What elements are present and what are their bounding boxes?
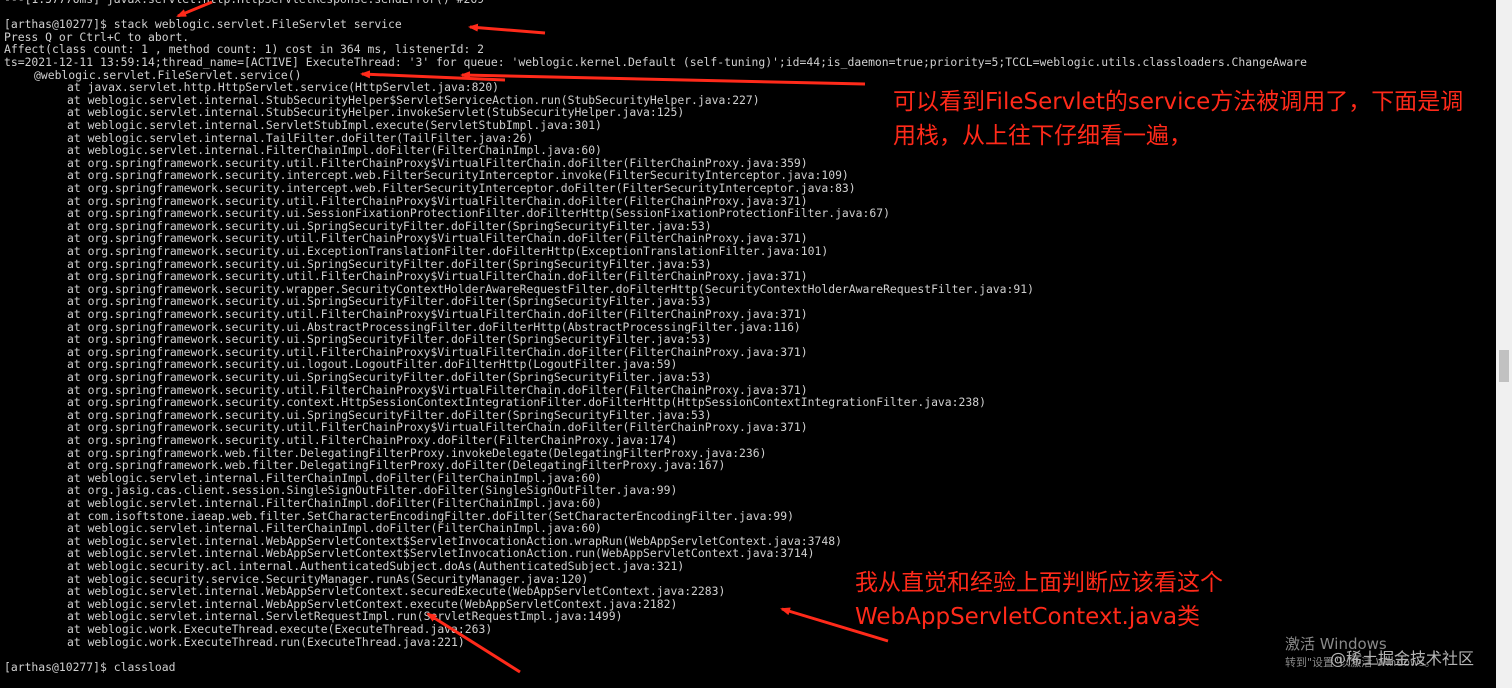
- terminal-line: at org.springframework.security.ui.Sessi…: [67, 206, 890, 221]
- terminal-line: at weblogic.security.acl.internal.Authen…: [67, 559, 685, 573]
- terminal-line: at org.springframework.security.ui.Sprin…: [67, 332, 712, 347]
- terminal-line: [arthas@10277]$ classload: [4, 659, 176, 674]
- scrollbar-thumb[interactable]: [1499, 350, 1509, 382]
- terminal-line: at weblogic.servlet.internal.ServletStub…: [67, 118, 602, 132]
- terminal-line: at org.springframework.security.ui.Excep…: [67, 244, 829, 258]
- terminal-line: at javax.servlet.http.HttpServlet.servic…: [67, 80, 500, 95]
- terminal-line: ts=2021-12-11 13:59:14;thread_name=[ACTI…: [4, 55, 1307, 69]
- terminal-line: at org.springframework.web.filter.Delega…: [67, 458, 726, 473]
- terminal-line: at weblogic.servlet.internal.FilterChain…: [67, 496, 602, 510]
- terminal-line: at org.springframework.security.util.Fil…: [67, 269, 808, 284]
- terminal-line: at weblogic.servlet.internal.WebAppServl…: [67, 584, 726, 599]
- terminal-line: at org.springframework.security.intercep…: [67, 181, 856, 195]
- terminal-line: at weblogic.work.ExecuteThread.run(Execu…: [67, 634, 465, 649]
- terminal-line: at weblogic.work.ExecuteThread.execute(E…: [67, 622, 493, 636]
- annotation-note-line: 我从直觉和经验上面判断应该看这个: [855, 570, 1223, 596]
- terminal-line: ---[1.57776ms] javax.servlet.http.HttpSe…: [4, 0, 484, 6]
- site-watermark: @稀土掘金技术社区: [1330, 649, 1475, 668]
- terminal-line: at org.springframework.security.context.…: [67, 395, 986, 410]
- terminal-line: at org.springframework.security.ui.Sprin…: [67, 370, 712, 384]
- annotation-note-line: WebAppServletContext.java类: [855, 604, 1201, 630]
- terminal-line: at weblogic.servlet.internal.FilterChain…: [67, 521, 602, 536]
- terminal-line: at org.springframework.security.util.Fil…: [67, 433, 678, 447]
- vertical-scrollbar[interactable]: [1496, 0, 1512, 688]
- terminal-line: at weblogic.servlet.internal.FilterChain…: [67, 143, 602, 158]
- terminal-line: [arthas@10277]$ stack weblogic.servlet.F…: [4, 17, 402, 32]
- terminal-line: at org.springframework.security.util.Fil…: [67, 307, 808, 321]
- annotation-note-line: 用栈，从上往下仔细看一遍，: [893, 123, 1192, 149]
- annotation-note-line: 可以看到FileServlet的service方法被调用了，下面是调: [893, 89, 1464, 115]
